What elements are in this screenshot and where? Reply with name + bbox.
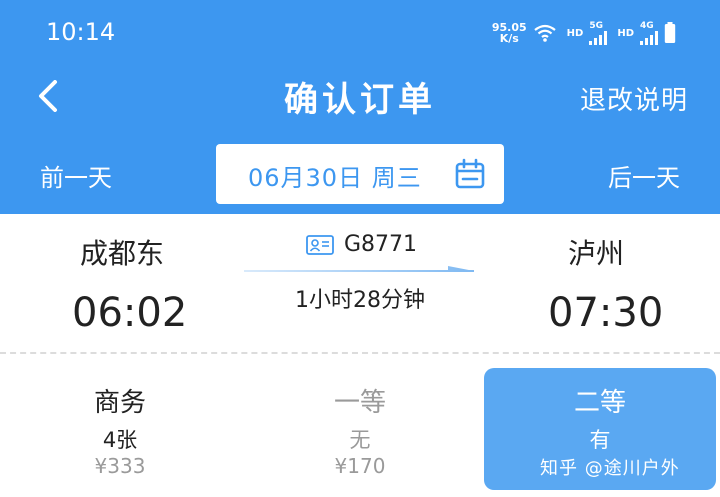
trip-info: 成都东 06:02 G8771 1小时28分钟 泸州 07:30 xyxy=(0,214,720,352)
network-speed: 95.05 K/s xyxy=(492,22,527,44)
hd-label: HD xyxy=(566,27,584,39)
seat-price: ¥333 xyxy=(94,454,146,478)
status-icons: 95.05 K/s HD 5G HD 4G xyxy=(492,18,676,48)
seat-availability: 无 xyxy=(349,428,371,452)
wifi-icon xyxy=(533,24,556,42)
arrival-time: 07:30 xyxy=(548,290,664,336)
seat-availability: 4张 xyxy=(102,428,138,452)
next-day-button[interactable]: 后一天 xyxy=(608,158,680,193)
signal-icon xyxy=(589,30,608,45)
selected-date: 06月30日 周三 xyxy=(248,164,422,192)
network-speed-unit: K/s xyxy=(499,32,519,45)
status-time: 10:14 xyxy=(46,18,116,46)
date-selector[interactable]: 06月30日 周三 xyxy=(216,144,504,204)
train-number: G8771 xyxy=(344,232,418,257)
travel-duration-text: 1小时28分钟 xyxy=(295,288,425,313)
refund-change-policy-link[interactable]: 退改说明 xyxy=(580,80,688,117)
network-type-label: 5G xyxy=(589,20,603,31)
seat-class-first[interactable]: 一等 无 ¥170 xyxy=(244,368,476,490)
watermark: 知乎 @途川户外 xyxy=(540,458,680,479)
seat-price: ¥170 xyxy=(334,454,386,478)
battery-icon xyxy=(664,22,676,43)
seat-class-business[interactable]: 商务 4张 ¥333 xyxy=(4,368,236,490)
seat-class-name: 二等 xyxy=(573,388,626,418)
hd-label: HD xyxy=(617,27,634,39)
network-type-label: 4G xyxy=(640,20,654,31)
departure-station: 成都东 xyxy=(80,237,165,270)
direction-arrow-icon xyxy=(244,266,474,272)
signal-icon xyxy=(640,30,658,45)
train-number-row[interactable]: G8771 xyxy=(306,232,417,257)
calendar-icon xyxy=(455,158,485,189)
seat-class-name: 商务 xyxy=(93,388,146,418)
previous-day-button[interactable]: 前一天 xyxy=(40,158,112,193)
seat-class-name: 一等 xyxy=(333,388,386,418)
seat-availability: 有 xyxy=(589,428,611,452)
id-card-icon xyxy=(306,234,334,255)
arrival-station: 泸州 xyxy=(568,237,625,270)
dashed-divider xyxy=(0,352,720,354)
top-bar: 10:14 95.05 K/s HD 5G HD 4G 确认订单 退改说明 前一… xyxy=(0,0,720,214)
